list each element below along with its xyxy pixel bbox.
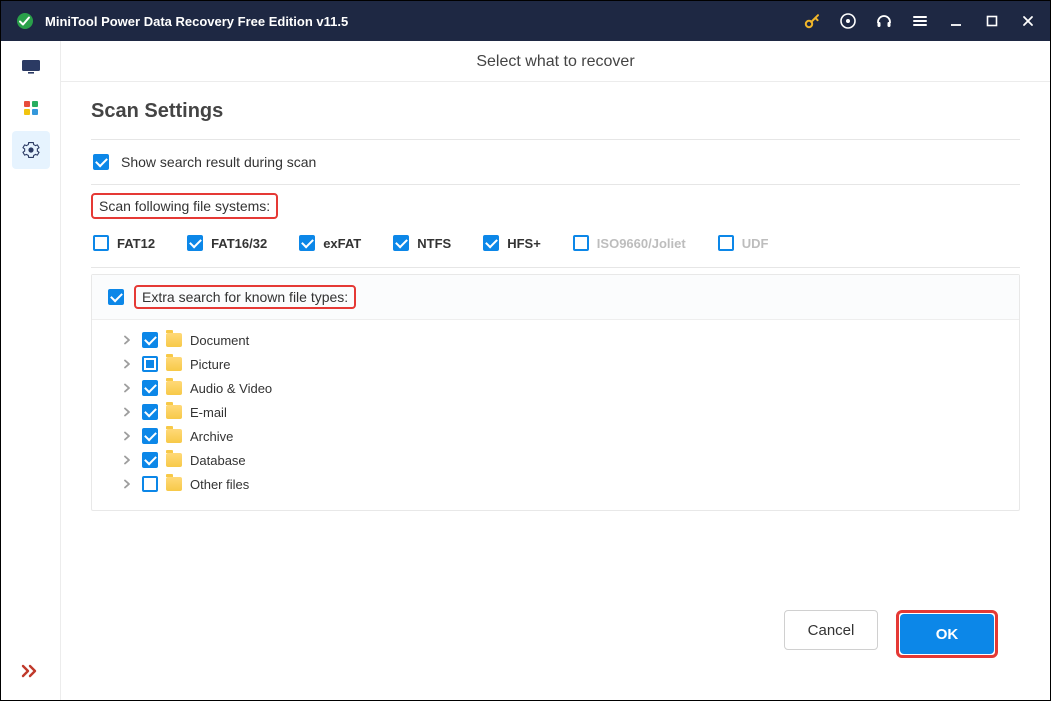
folder-icon — [166, 405, 182, 419]
filesystem-checkbox — [573, 235, 589, 251]
filetype-checkbox[interactable] — [142, 452, 158, 468]
folder-icon — [166, 357, 182, 371]
filetype-label: Database — [190, 453, 246, 468]
filesystem-item-fat16-32: FAT16/32 — [187, 235, 267, 251]
sidebar-expand[interactable] — [12, 654, 50, 688]
filetype-checkbox[interactable] — [142, 404, 158, 420]
chevron-right-icon[interactable] — [120, 429, 134, 443]
filetype-row: Archive — [120, 424, 1019, 448]
sidebar-item-settings[interactable] — [12, 131, 50, 169]
filesystem-checkbox[interactable] — [93, 235, 109, 251]
filetype-row: Database — [120, 448, 1019, 472]
app-title: MiniTool Power Data Recovery Free Editio… — [45, 14, 802, 29]
filetype-checkbox[interactable] — [142, 476, 158, 492]
folder-icon — [166, 453, 182, 467]
filesystem-caption: Scan following file systems: — [91, 193, 278, 219]
filesystem-label: exFAT — [323, 236, 361, 251]
filetype-row: E-mail — [120, 400, 1019, 424]
extra-search-panel: Extra search for known file types: Docum… — [91, 274, 1020, 511]
filesystem-checkbox[interactable] — [299, 235, 315, 251]
filetype-checkbox[interactable] — [142, 332, 158, 348]
sidebar — [1, 41, 61, 700]
sidebar-item-recovery[interactable] — [12, 47, 50, 85]
filetype-tree: Document Picture Audio & Video E-mail Archiv… — [92, 320, 1019, 510]
filetype-label: Picture — [190, 357, 230, 372]
minimize-icon[interactable] — [946, 11, 966, 31]
sidebar-item-apps[interactable] — [12, 89, 50, 127]
title-bar: MiniTool Power Data Recovery Free Editio… — [1, 1, 1050, 41]
extra-search-checkbox[interactable] — [108, 289, 124, 305]
filetype-label: Other files — [190, 477, 249, 492]
filesystem-checkbox[interactable] — [483, 235, 499, 251]
filesystem-checkbox[interactable] — [393, 235, 409, 251]
filesystem-item-iso9660-joliet: ISO9660/Joliet — [573, 235, 686, 251]
filetype-row: Other files — [120, 472, 1019, 496]
filesystem-checkbox — [718, 235, 734, 251]
headphones-icon[interactable] — [874, 11, 894, 31]
filesystem-item-udf: UDF — [718, 235, 769, 251]
filesystem-item-hfs-: HFS+ — [483, 235, 541, 251]
folder-icon — [166, 477, 182, 491]
filetype-checkbox[interactable] — [142, 380, 158, 396]
chevron-right-icon[interactable] — [120, 381, 134, 395]
folder-icon — [166, 333, 182, 347]
filesystem-label: ISO9660/Joliet — [597, 236, 686, 251]
filetype-label: E-mail — [190, 405, 227, 420]
filetype-checkbox[interactable] — [142, 428, 158, 444]
gear-icon — [22, 141, 40, 159]
filesystem-label: FAT12 — [117, 236, 155, 251]
extra-search-label: Extra search for known file types: — [134, 285, 356, 309]
folder-icon — [166, 381, 182, 395]
key-icon[interactable] — [802, 11, 822, 31]
chevron-right-icon[interactable] — [120, 333, 134, 347]
filesystem-item-exfat: exFAT — [299, 235, 361, 251]
chevron-right-icon[interactable] — [120, 453, 134, 467]
folder-icon — [166, 429, 182, 443]
filetype-row: Document — [120, 328, 1019, 352]
menu-icon[interactable] — [910, 11, 930, 31]
close-icon[interactable] — [1018, 11, 1038, 31]
filetype-checkbox[interactable] — [142, 356, 158, 372]
cancel-button[interactable]: Cancel — [784, 610, 878, 650]
filetype-row: Audio & Video — [120, 376, 1019, 400]
filesystem-item-fat12: FAT12 — [93, 235, 155, 251]
filetype-label: Audio & Video — [190, 381, 272, 396]
disc-icon[interactable] — [838, 11, 858, 31]
page-title: Select what to recover — [61, 41, 1050, 82]
ok-button[interactable]: OK — [900, 614, 994, 654]
section-title: Scan Settings — [91, 100, 1020, 123]
show-results-label: Show search result during scan — [121, 154, 316, 170]
chevron-right-icon[interactable] — [120, 357, 134, 371]
filesystem-label: NTFS — [417, 236, 451, 251]
filesystem-item-ntfs: NTFS — [393, 235, 451, 251]
show-results-checkbox[interactable] — [93, 154, 109, 170]
filesystem-row: FAT12 FAT16/32 exFAT NTFS HFS+ ISO9660/Joliet… — [91, 233, 1020, 267]
filesystem-checkbox[interactable] — [187, 235, 203, 251]
app-icon — [15, 11, 35, 31]
filetype-label: Document — [190, 333, 249, 348]
maximize-icon[interactable] — [982, 11, 1002, 31]
chevron-right-icon[interactable] — [120, 405, 134, 419]
filetype-label: Archive — [190, 429, 233, 444]
filesystem-label: FAT16/32 — [211, 236, 267, 251]
chevron-right-icon[interactable] — [120, 477, 134, 491]
filesystem-label: HFS+ — [507, 236, 541, 251]
filesystem-label: UDF — [742, 236, 769, 251]
filetype-row: Picture — [120, 352, 1019, 376]
